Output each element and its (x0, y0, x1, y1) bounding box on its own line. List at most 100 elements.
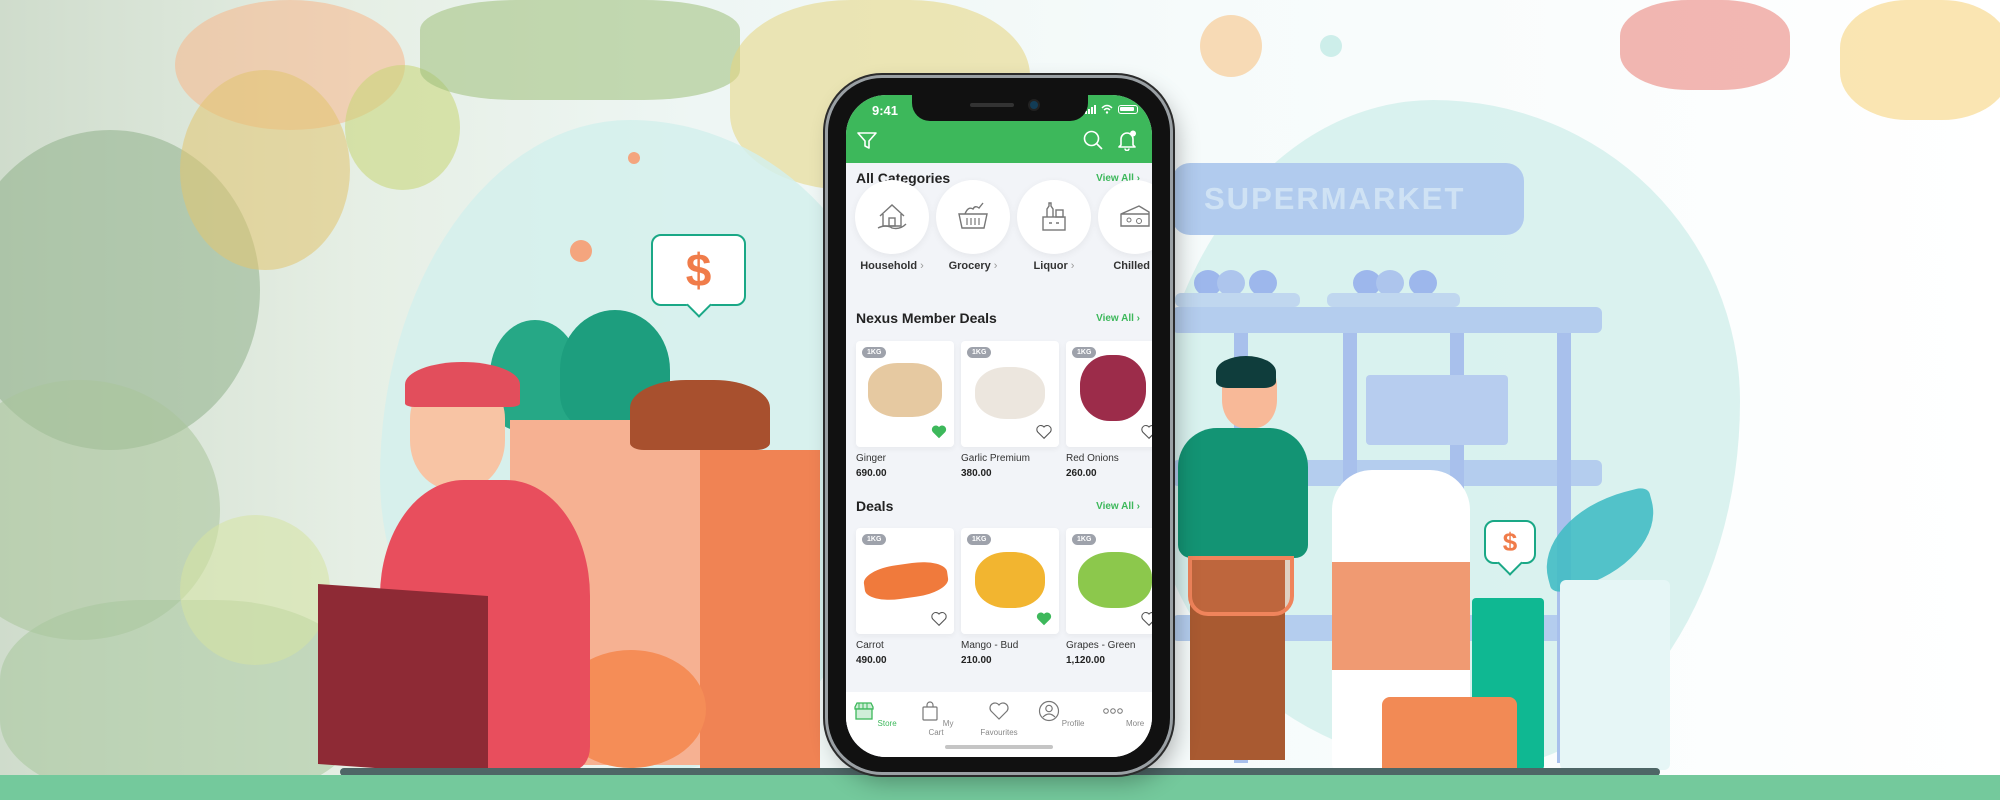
product-price: 690.00 (856, 468, 887, 479)
product-name: Mango - Bud (961, 640, 1019, 651)
heart-filled-icon[interactable] (1035, 610, 1053, 628)
nav-more[interactable]: More (1098, 700, 1148, 728)
weight-badge: 1KG (1072, 534, 1097, 545)
grapes-image (1078, 552, 1152, 608)
carrot-image (862, 558, 950, 604)
product-name: Garlic Premium (961, 453, 1030, 464)
nav-label: More (1126, 719, 1145, 728)
category-household[interactable]: Household › (855, 180, 929, 272)
shelf (1175, 293, 1300, 307)
dollar-icon: $ (685, 244, 712, 296)
category-liquor[interactable]: Liquor › (1017, 180, 1091, 272)
heart-outline-icon[interactable] (1140, 610, 1152, 628)
house-icon (877, 204, 907, 230)
product-card[interactable]: 1KG Grapes - Green 1,120.00 (1066, 528, 1152, 666)
tin-can (1382, 697, 1517, 770)
weight-badge: 1KG (862, 347, 887, 358)
heart-outline-icon[interactable] (930, 610, 948, 628)
product-card[interactable]: 1KG Ginger 690.00 (856, 341, 954, 479)
weight-badge: 1KG (1072, 347, 1097, 358)
deals-title: Deals (856, 498, 894, 514)
filter-icon[interactable] (856, 129, 878, 151)
nav-profile[interactable]: Profile (1036, 700, 1086, 728)
bell-icon[interactable] (1116, 129, 1138, 151)
category-circle (936, 180, 1010, 254)
heart-filled-icon[interactable] (930, 423, 948, 441)
bottles-icon (1042, 202, 1066, 231)
battery-icon (1118, 104, 1138, 114)
member-deals-view-all-link[interactable]: View All › (1096, 313, 1140, 324)
mango-image (975, 552, 1045, 608)
view-all-label: View All (1096, 313, 1134, 324)
product-price: 380.00 (961, 468, 992, 479)
heart-icon (989, 702, 1009, 720)
nav-store[interactable]: Store (850, 700, 900, 728)
dollar-icon: $ (1502, 526, 1518, 557)
profile-icon (1038, 700, 1059, 722)
delivery-man-cap (405, 362, 520, 407)
bag-icon (921, 701, 938, 721)
garlic-image (975, 367, 1045, 419)
status-time: 9:41 (872, 103, 899, 118)
pepper-image (1840, 0, 2000, 120)
paper-bag (700, 450, 820, 770)
product-card[interactable]: 1KG Carrot 490.00 (856, 528, 954, 666)
category-label: Chilled (1113, 260, 1150, 272)
weight-badge: 1KG (967, 347, 992, 358)
weight-badge: 1KG (862, 534, 887, 545)
category-label: Grocery (948, 260, 991, 272)
bottle-label (1332, 562, 1470, 670)
nav-label: Profile (1061, 719, 1085, 728)
product-card[interactable]: 1KG Garlic Premium 380.00 (961, 341, 1059, 479)
nav-label: Favourites (980, 728, 1018, 737)
weight-badge: 1KG (967, 534, 992, 545)
orange-image (1200, 15, 1262, 77)
shelf (1172, 307, 1602, 333)
shopper-shirt (1178, 428, 1308, 558)
deals-view-all-link[interactable]: View All › (1096, 501, 1140, 512)
home-indicator[interactable] (945, 745, 1053, 749)
nav-my-cart[interactable]: My Cart (911, 700, 961, 737)
product-price: 1,120.00 (1066, 655, 1105, 666)
category-label: Liquor (1033, 260, 1068, 272)
basket-icon (958, 202, 988, 229)
nav-favourites[interactable]: Favourites (974, 700, 1024, 737)
nav-label: Store (877, 719, 897, 728)
app-screen: 9:41 All Categories View All › Household… (846, 95, 1152, 757)
category-circle (1017, 180, 1091, 254)
apple-image (180, 515, 330, 665)
dot (1320, 35, 1342, 57)
pineapple-image (180, 70, 350, 270)
member-deals-title: Nexus Member Deals (856, 310, 997, 326)
category-label: Household (860, 260, 918, 272)
ginger-image (868, 363, 942, 417)
banner: SUPERMARKET $ $ 9:41 All Categories View… (0, 0, 2000, 800)
cheese-icon (1120, 205, 1150, 227)
bag-bundle (630, 380, 770, 450)
heart-outline-icon[interactable] (1140, 423, 1152, 441)
milk-cartons (1366, 375, 1508, 445)
product-card[interactable]: 1KG Red Onions 260.00 (1066, 341, 1152, 479)
search-icon[interactable] (1082, 129, 1104, 151)
shelf (1327, 293, 1460, 307)
store-icon (854, 702, 874, 720)
shopping-basket (1188, 556, 1294, 616)
shopper-hair (1216, 356, 1276, 388)
sign-text: SUPERMARKET (1204, 181, 1466, 216)
heart-outline-icon[interactable] (1035, 423, 1053, 441)
product-price: 260.00 (1066, 468, 1097, 479)
category-chilled[interactable]: Chilled› (1098, 180, 1152, 272)
product-card[interactable]: 1KG Mango - Bud 210.00 (961, 528, 1059, 666)
product-name: Grapes - Green (1066, 640, 1136, 651)
view-all-label: View All (1096, 501, 1134, 512)
more-icon (1102, 708, 1123, 714)
wifi-icon (1101, 104, 1113, 114)
category-grocery[interactable]: Grocery › (936, 180, 1010, 272)
product-price: 490.00 (856, 655, 887, 666)
plant-pot (1560, 580, 1670, 770)
phone-mockup: 9:41 All Categories View All › Household… (828, 78, 1170, 772)
price-bubble: $ (651, 234, 746, 306)
grocery-box (318, 584, 488, 776)
phone-notch (912, 95, 1088, 121)
price-bubble: $ (1484, 520, 1536, 564)
